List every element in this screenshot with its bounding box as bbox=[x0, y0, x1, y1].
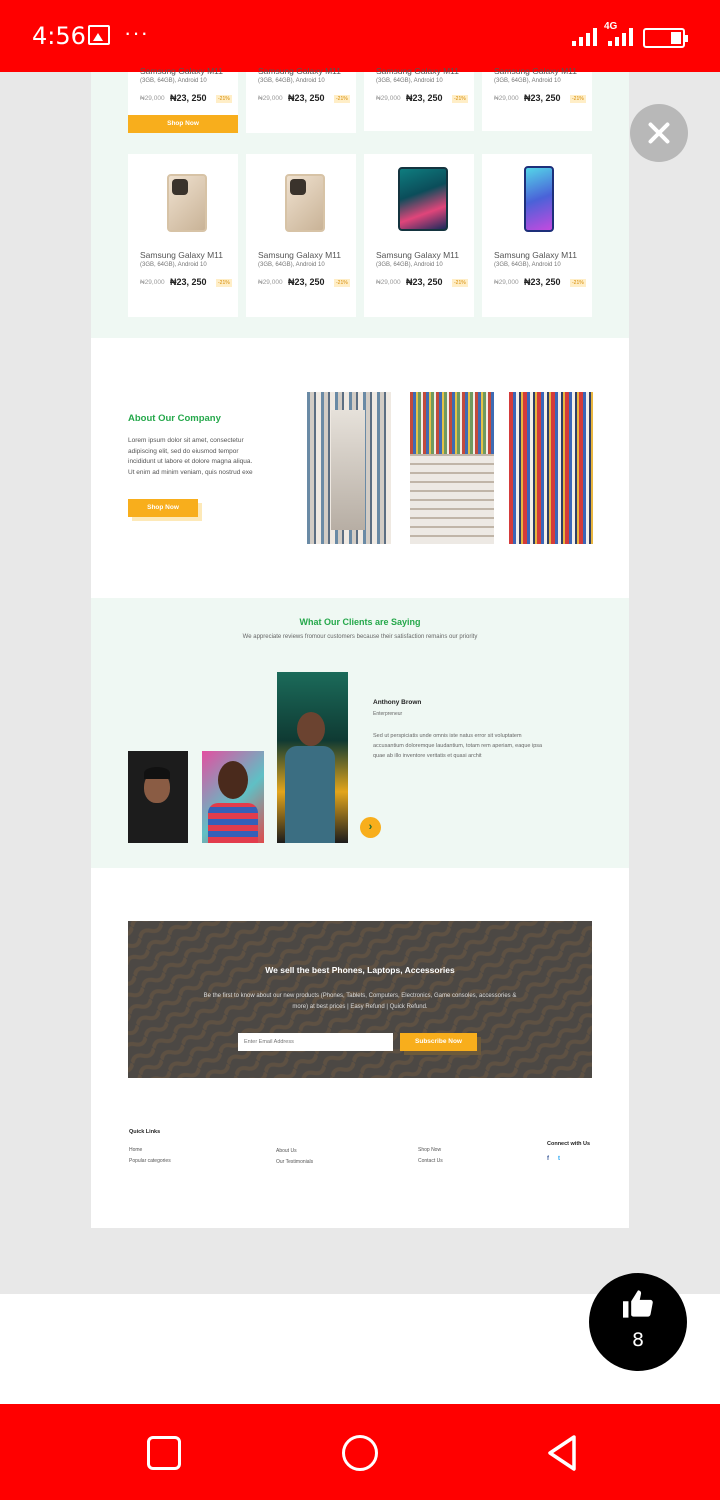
product-card: Samsung Galaxy M11 (3GB, 64GB), Android … bbox=[364, 66, 474, 131]
client-quote: Sed ut perspiciatis unde omnis iste natu… bbox=[373, 733, 543, 759]
footer-link-contact[interactable]: Contact Us bbox=[418, 1158, 443, 1164]
about-text: Lorem ipsum dolor sit amet, consectetur … bbox=[128, 437, 253, 476]
recent-apps-button[interactable] bbox=[147, 1436, 181, 1470]
client-photo[interactable] bbox=[202, 751, 264, 843]
next-testimonial-button[interactable]: › bbox=[360, 817, 381, 838]
newsletter-text: Be the first to know about our new produ… bbox=[203, 993, 517, 1010]
like-button[interactable]: 8 bbox=[589, 1273, 687, 1371]
footer-link-popular-categories[interactable]: Popular categories bbox=[129, 1158, 171, 1164]
webpage-screenshot: Samsung Galaxy M11 (3GB, 64GB), Android … bbox=[91, 66, 629, 1228]
subscribe-button[interactable]: Subscribe Now bbox=[400, 1033, 477, 1051]
footer-link-home[interactable]: Home bbox=[129, 1147, 142, 1153]
shop-now-button[interactable]: Shop Now bbox=[128, 115, 238, 133]
like-count: 8 bbox=[631, 1329, 645, 1351]
about-title: About Our Company bbox=[128, 413, 221, 424]
product-card: Samsung Galaxy M11 (3GB, 64GB), Android … bbox=[246, 66, 356, 133]
home-button[interactable] bbox=[342, 1435, 378, 1471]
client-role: Enterpreneur bbox=[373, 711, 403, 717]
thumbs-up-icon bbox=[623, 1290, 653, 1318]
product-card[interactable]: Samsung Galaxy M11 (3GB, 64GB), Android … bbox=[246, 154, 356, 317]
client-photo[interactable] bbox=[128, 751, 188, 843]
newsletter-heading: We sell the best Phones, Laptops, Access… bbox=[265, 965, 455, 975]
phone-image bbox=[285, 174, 325, 232]
battery-icon bbox=[643, 28, 688, 48]
connect-heading: Connect with Us bbox=[547, 1141, 591, 1147]
client-photo-featured[interactable] bbox=[277, 672, 348, 843]
facebook-icon[interactable]: f bbox=[547, 1156, 549, 1162]
phone-image bbox=[524, 166, 554, 232]
chevron-right-icon: › bbox=[368, 821, 373, 833]
status-bar: 4:56 ··· 4G bbox=[0, 0, 720, 72]
email-input[interactable] bbox=[238, 1033, 393, 1051]
back-button[interactable] bbox=[544, 1433, 580, 1473]
testimonials-section: What Our Clients are Saying We appreciat… bbox=[91, 598, 629, 868]
image-notification-icon bbox=[88, 25, 110, 45]
close-button[interactable] bbox=[630, 104, 688, 162]
more-notifications-icon: ··· bbox=[124, 20, 149, 45]
store-photo bbox=[410, 392, 494, 544]
signal-icon-2 bbox=[608, 28, 633, 46]
phone-image bbox=[167, 174, 207, 232]
footer-link-testimonials[interactable]: Our Testimonials bbox=[276, 1159, 313, 1165]
signal-icon bbox=[572, 28, 597, 46]
about-shop-now-button[interactable]: Shop Now bbox=[128, 499, 198, 517]
newsletter-banner: We sell the best Phones, Laptops, Access… bbox=[128, 921, 592, 1078]
product-card[interactable]: Samsung Galaxy M11 (3GB, 64GB), Android … bbox=[128, 154, 238, 317]
store-photo bbox=[307, 392, 391, 544]
footer-link-about[interactable]: About Us bbox=[276, 1148, 297, 1154]
image-viewer[interactable]: Samsung Galaxy M11 (3GB, 64GB), Android … bbox=[0, 66, 720, 1294]
product-card[interactable]: Samsung Galaxy M11 (3GB, 64GB), Android … bbox=[482, 154, 592, 317]
testimonials-title: What Our Clients are Saying bbox=[299, 617, 421, 627]
footer-link-shop-now[interactable]: Shop Now bbox=[418, 1147, 441, 1153]
product-card[interactable]: Samsung Galaxy M11 (3GB, 64GB), Android … bbox=[364, 154, 474, 317]
client-name: Anthony Brown bbox=[373, 699, 422, 706]
store-photo bbox=[509, 392, 593, 544]
twitter-icon[interactable]: t bbox=[558, 1156, 560, 1162]
phone-image bbox=[398, 167, 448, 231]
quick-links-heading: Quick Links bbox=[129, 1129, 161, 1135]
product-card: Samsung Galaxy M11 (3GB, 64GB), Android … bbox=[482, 66, 592, 131]
clock: 4:56 bbox=[32, 22, 86, 50]
products-section: Samsung Galaxy M11 (3GB, 64GB), Android … bbox=[91, 66, 629, 338]
testimonials-subtitle: We appreciate reviews fromour customers … bbox=[242, 634, 478, 640]
